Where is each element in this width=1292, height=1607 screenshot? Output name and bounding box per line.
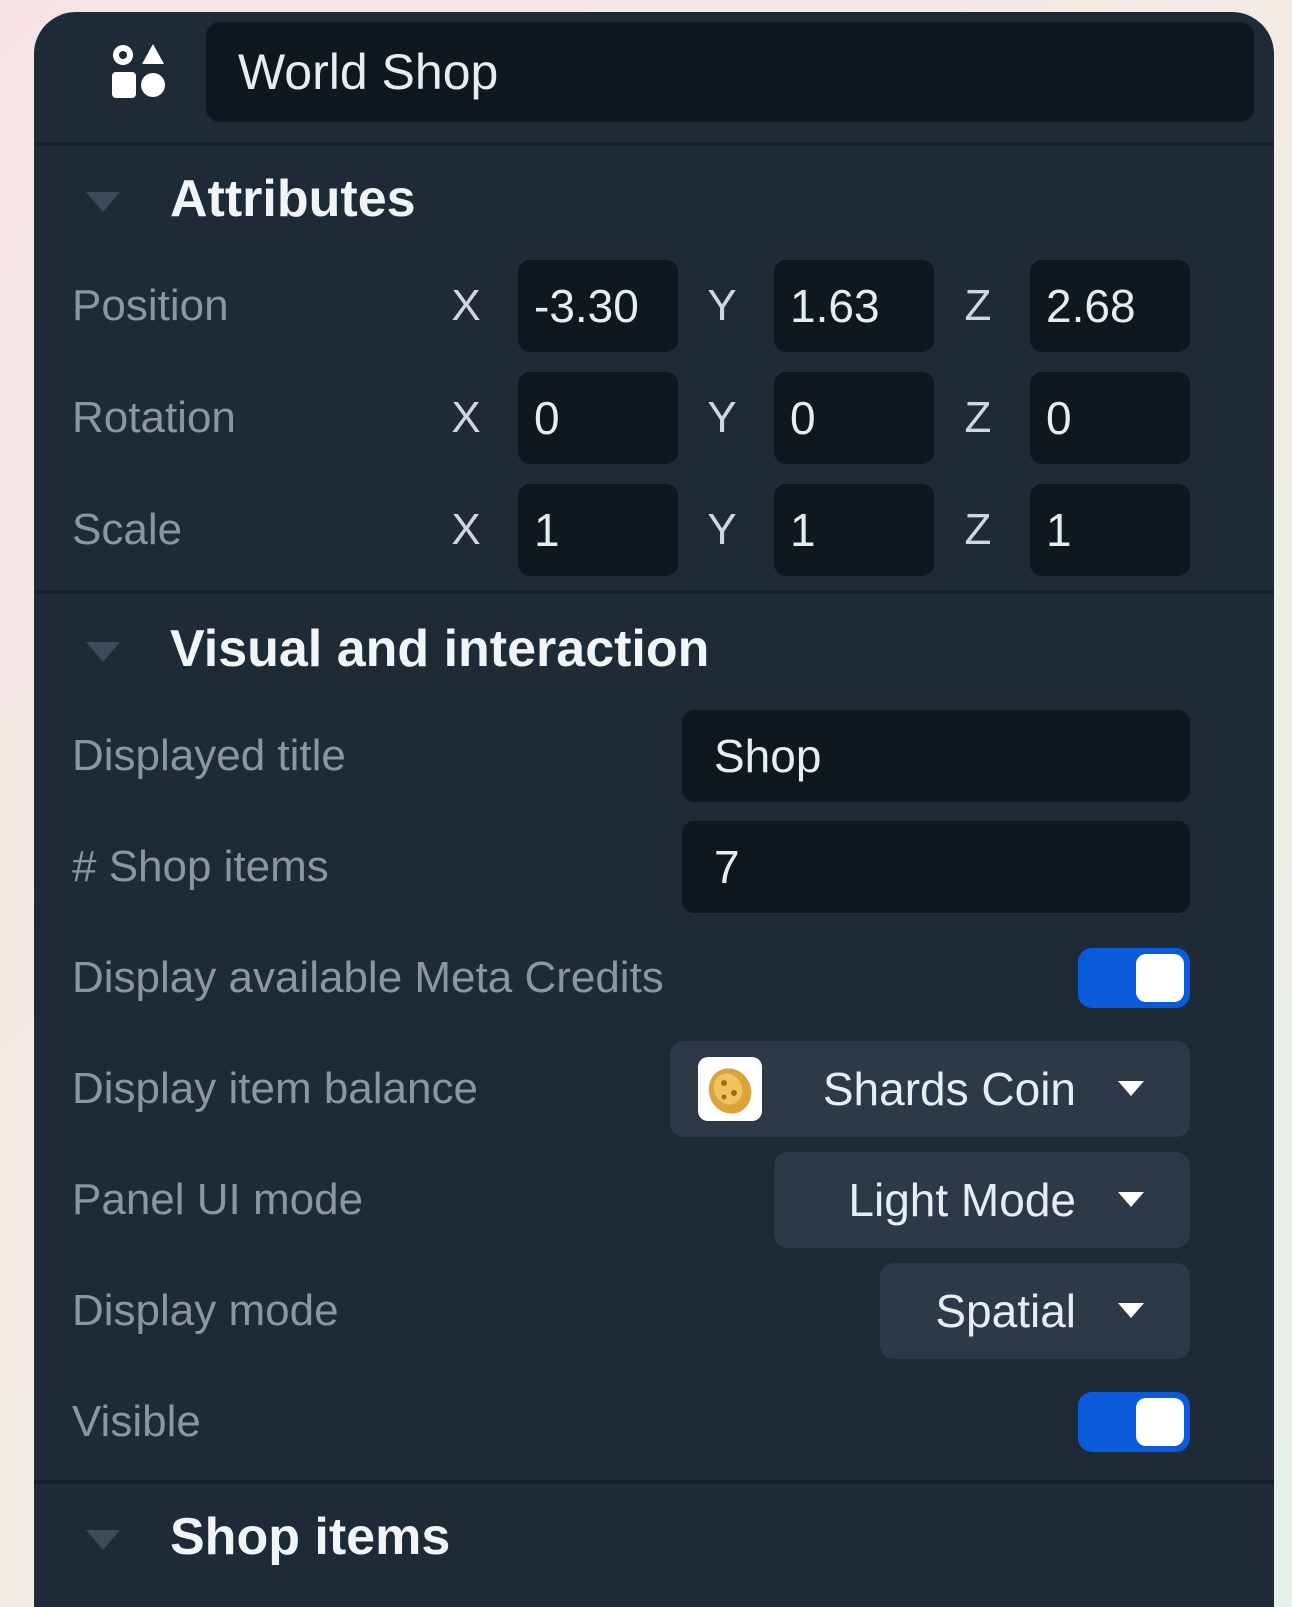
object-shapes-icon (112, 44, 165, 98)
shop-items-section-header[interactable]: Shop items (34, 1502, 1274, 1572)
visible-label: Visible (72, 1397, 201, 1446)
position-y-label: Y (707, 281, 737, 330)
shop-items-count-input[interactable]: 7 (682, 821, 1190, 913)
attributes-title: Attributes (170, 170, 416, 228)
collapse-triangle-icon[interactable] (86, 1530, 120, 1550)
coin-icon (698, 1057, 762, 1121)
displayed-title-input[interactable]: Shop (682, 710, 1190, 802)
chevron-down-icon (1118, 1081, 1144, 1096)
rotation-x-label: X (451, 393, 481, 442)
scale-z-label: Z (964, 505, 992, 554)
display-mode-dropdown[interactable]: Spatial (880, 1263, 1190, 1359)
display-mode-value: Spatial (935, 1285, 1076, 1337)
position-z-label: Z (964, 281, 992, 330)
object-name-input[interactable]: World Shop (206, 22, 1254, 122)
item-balance-label: Display item balance (72, 1064, 478, 1113)
panel-header: World Shop (34, 12, 1274, 146)
display-mode-label: Display mode (72, 1286, 339, 1335)
visual-title: Visual and interaction (170, 620, 710, 678)
section-divider (34, 1480, 1274, 1484)
collapse-triangle-icon[interactable] (86, 642, 120, 662)
item-balance-value: Shards Coin (822, 1063, 1076, 1115)
displayed-title-label: Displayed title (72, 731, 346, 780)
collapse-triangle-icon[interactable] (86, 192, 120, 212)
position-label: Position (72, 281, 229, 330)
visible-toggle[interactable] (1078, 1392, 1190, 1452)
shop-items-title: Shop items (170, 1508, 451, 1566)
item-balance-dropdown[interactable]: Shards Coin (670, 1041, 1190, 1137)
scale-x-field[interactable]: 1 (518, 484, 678, 576)
panel-ui-mode-value: Light Mode (848, 1174, 1076, 1226)
panel-ui-mode-label: Panel UI mode (72, 1175, 364, 1224)
rotation-z-field[interactable]: 0 (1030, 372, 1190, 464)
display-credits-toggle[interactable] (1078, 948, 1190, 1008)
rotation-y-label: Y (707, 393, 737, 442)
position-y-field[interactable]: 1.63 (774, 260, 934, 352)
scale-x-label: X (451, 505, 481, 554)
panel-ui-mode-dropdown[interactable]: Light Mode (774, 1152, 1190, 1248)
section-divider (34, 590, 1274, 594)
visual-section-header[interactable]: Visual and interaction (34, 614, 1274, 684)
rotation-label: Rotation (72, 393, 236, 442)
chevron-down-icon (1118, 1303, 1144, 1318)
position-x-field[interactable]: -3.30 (518, 260, 678, 352)
scale-label: Scale (72, 505, 183, 554)
scale-y-field[interactable]: 1 (774, 484, 934, 576)
position-x-label: X (451, 281, 481, 330)
position-z-field[interactable]: 2.68 (1030, 260, 1190, 352)
world-shop-properties-panel: World Shop Attributes Position X -3.30 Y… (34, 12, 1274, 1607)
attributes-section-header[interactable]: Attributes (34, 164, 1274, 234)
rotation-y-field[interactable]: 0 (774, 372, 934, 464)
scale-y-label: Y (707, 505, 737, 554)
toggle-knob (1136, 1398, 1184, 1446)
display-credits-label: Display available Meta Credits (72, 953, 664, 1002)
shop-items-count-label: # Shop items (72, 842, 329, 891)
rotation-z-label: Z (964, 393, 992, 442)
scale-z-field[interactable]: 1 (1030, 484, 1190, 576)
rotation-x-field[interactable]: 0 (518, 372, 678, 464)
toggle-knob (1136, 954, 1184, 1002)
chevron-down-icon (1118, 1192, 1144, 1207)
